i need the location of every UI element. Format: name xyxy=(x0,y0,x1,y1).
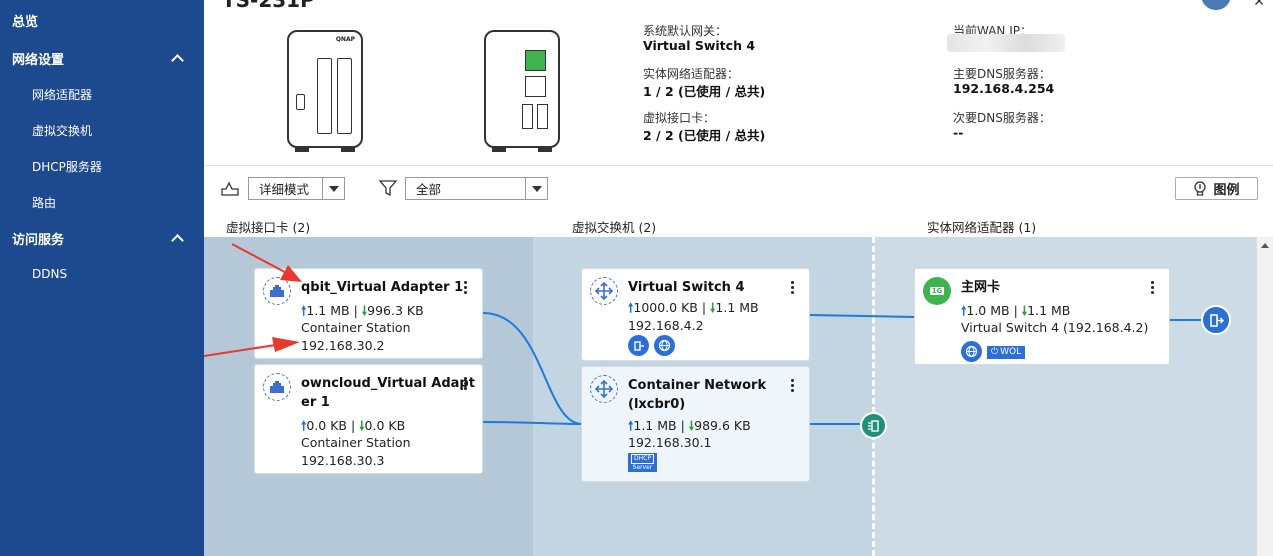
sidebar-item-network-settings[interactable]: 网络设置 xyxy=(0,40,204,76)
main-content: TS-231P ✕ QNAP 系统默认网关： Virtual Switch 4 … xyxy=(204,0,1273,556)
sidebar-item-overview[interactable]: 总览 xyxy=(0,0,204,40)
sidebar-item-virtual-switch[interactable]: 虚拟交换机 xyxy=(0,112,204,148)
annotation-arrow xyxy=(204,343,283,357)
chevron-up-icon xyxy=(171,233,184,247)
annotation-arrow xyxy=(280,265,302,282)
annotation-arrows xyxy=(204,243,302,357)
sidebar: 总览 网络设置 网络适配器 虚拟交换机 DHCP服务器 路由 访问服务 DDNS xyxy=(0,0,204,556)
sidebar-item-dhcp[interactable]: DHCP服务器 xyxy=(0,148,204,184)
sidebar-item-routing[interactable]: 路由 xyxy=(0,184,204,220)
sidebar-item-access-services[interactable]: 访问服务 xyxy=(0,220,204,256)
chevron-up-icon xyxy=(171,53,184,67)
sidebar-item-adapters[interactable]: 网络适配器 xyxy=(0,76,204,112)
sidebar-item-ddns[interactable]: DDNS xyxy=(0,256,204,292)
annotation-arrow xyxy=(272,337,300,352)
